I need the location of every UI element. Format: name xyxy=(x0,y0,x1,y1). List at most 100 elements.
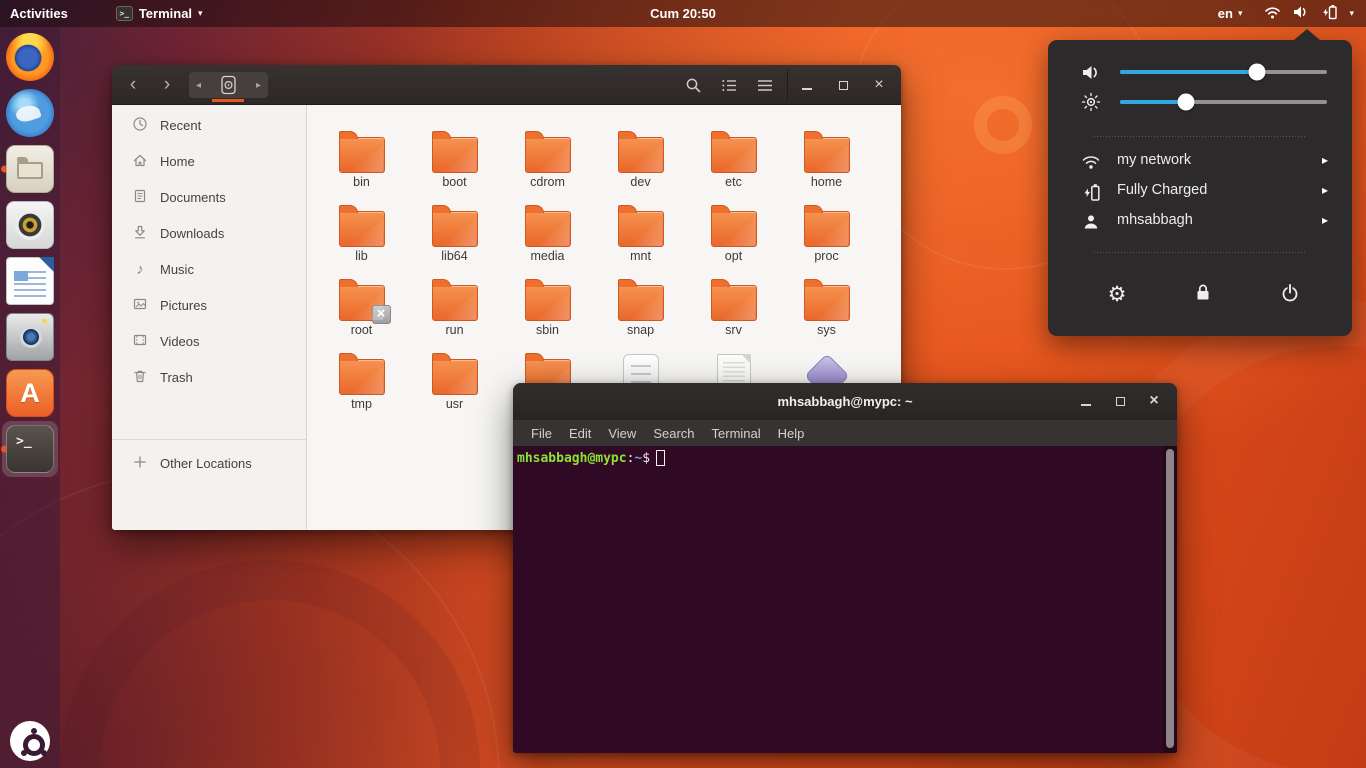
volume-slider[interactable] xyxy=(1120,70,1327,74)
dock-item-thunderbird[interactable] xyxy=(6,89,54,137)
file-item[interactable]: mnt xyxy=(594,196,687,270)
close-button[interactable]: × xyxy=(1142,389,1166,413)
maximize-button[interactable] xyxy=(1108,389,1132,413)
home-icon xyxy=(132,152,148,171)
search-button[interactable] xyxy=(681,73,705,97)
path-scroll-left-icon[interactable]: ◂ xyxy=(196,80,201,91)
network-label: my network xyxy=(1117,152,1191,168)
settings-button[interactable]: ⚙ xyxy=(1099,276,1135,312)
dock-item-rhythmbox[interactable] xyxy=(6,201,54,249)
network-menu-item[interactable]: my network ▸ xyxy=(1048,147,1352,177)
sidebar-item-pictures[interactable]: Pictures xyxy=(112,287,307,323)
menu-button[interactable] xyxy=(753,73,777,97)
sidebar-label: Trash xyxy=(160,370,193,385)
dock-item-libreoffice-writer[interactable] xyxy=(6,257,54,305)
menu-terminal[interactable]: Terminal xyxy=(712,426,761,441)
activities-button[interactable]: Activities xyxy=(0,0,78,27)
app-menu-label: Terminal xyxy=(139,6,192,21)
sidebar-item-documents[interactable]: Documents xyxy=(112,179,307,215)
file-item[interactable]: run xyxy=(408,270,501,344)
slider-thumb[interactable] xyxy=(1248,64,1265,81)
wallpaper-ring xyxy=(60,560,480,768)
menu-search[interactable]: Search xyxy=(653,426,694,441)
wallpaper-ring xyxy=(974,96,1032,154)
brightness-slider[interactable] xyxy=(1120,100,1327,104)
menu-separator xyxy=(1094,252,1306,253)
file-item[interactable]: srv xyxy=(687,270,780,344)
file-item[interactable]: boot xyxy=(408,122,501,196)
sidebar-label: Pictures xyxy=(160,298,207,313)
file-item-icon: × xyxy=(339,285,385,321)
file-item[interactable]: snap xyxy=(594,270,687,344)
sidebar-item-music[interactable]: ♪ Music xyxy=(112,251,307,287)
power-button[interactable] xyxy=(1272,276,1308,312)
downloads-icon xyxy=(132,224,148,243)
file-item-label: home xyxy=(811,176,842,189)
file-item[interactable]: home xyxy=(780,122,873,196)
input-language-menu[interactable]: en ▾ xyxy=(1208,0,1253,27)
terminal-cursor xyxy=(656,450,665,466)
back-button[interactable]: ‹ xyxy=(121,73,145,97)
pictures-icon xyxy=(132,296,148,315)
battery-menu-item[interactable]: Fully Charged ▸ xyxy=(1048,177,1352,207)
terminal-scrollbar-thumb[interactable] xyxy=(1166,449,1174,748)
file-item-label: tmp xyxy=(351,398,372,411)
minimize-button[interactable] xyxy=(1074,389,1098,413)
sidebar-item-trash[interactable]: Trash xyxy=(112,359,307,395)
dock-item-ubuntu-software[interactable]: A xyxy=(6,369,54,417)
sidebar-item-other-locations[interactable]: Other Locations xyxy=(112,445,307,481)
file-item[interactable]: sys xyxy=(780,270,873,344)
file-item[interactable]: opt xyxy=(687,196,780,270)
maximize-icon xyxy=(1116,397,1125,406)
sidebar-item-home[interactable]: Home xyxy=(112,143,307,179)
file-item[interactable]: tmp xyxy=(315,344,408,418)
sidebar-label: Music xyxy=(160,262,194,277)
app-menu[interactable]: >_ Terminal ▾ xyxy=(106,0,213,27)
dock-item-show-applications[interactable] xyxy=(6,717,54,765)
file-item-icon xyxy=(432,359,478,395)
forward-button[interactable]: › xyxy=(155,73,179,97)
lock-button[interactable] xyxy=(1185,276,1221,312)
maximize-button[interactable] xyxy=(831,73,855,97)
file-item[interactable]: cdrom xyxy=(501,122,594,196)
file-item[interactable]: dev xyxy=(594,122,687,196)
slider-thumb[interactable] xyxy=(1178,94,1195,111)
file-item-label: proc xyxy=(814,250,838,263)
user-menu-item[interactable]: mhsabbagh ▸ xyxy=(1048,207,1352,237)
file-item-icon xyxy=(804,211,850,247)
menu-file[interactable]: File xyxy=(531,426,552,441)
dock-item-camera[interactable] xyxy=(6,313,54,361)
file-item[interactable]: sbin xyxy=(501,270,594,344)
terminal-body[interactable]: mhsabbagh@mypc : ~ $ xyxy=(513,446,1177,753)
menu-help[interactable]: Help xyxy=(778,426,805,441)
sidebar-item-videos[interactable]: Videos xyxy=(112,323,307,359)
sidebar-item-recent[interactable]: Recent xyxy=(112,107,307,143)
file-item[interactable]: proc xyxy=(780,196,873,270)
prompt-path: ~ xyxy=(634,451,642,466)
clock-button[interactable]: Cum 20:50 xyxy=(650,0,716,27)
dock-item-files[interactable] xyxy=(6,145,54,193)
chevron-right-icon: ▸ xyxy=(1322,153,1328,167)
sidebar-item-downloads[interactable]: Downloads xyxy=(112,215,307,251)
file-item[interactable]: etc xyxy=(687,122,780,196)
dock: A >_ xyxy=(0,27,60,768)
file-item[interactable]: lib xyxy=(315,196,408,270)
file-item[interactable]: bin xyxy=(315,122,408,196)
system-status-area[interactable]: ▾ xyxy=(1252,0,1366,27)
path-bar[interactable]: ◂ ▸ xyxy=(189,72,268,98)
file-item[interactable]: usr xyxy=(408,344,501,418)
dock-item-firefox[interactable] xyxy=(6,33,54,81)
menu-edit[interactable]: Edit xyxy=(569,426,591,441)
path-scroll-right-icon[interactable]: ▸ xyxy=(256,80,261,91)
terminal-title-bar[interactable]: mhsabbagh@mypc: ~ × xyxy=(513,383,1177,420)
minimize-button[interactable] xyxy=(795,73,819,97)
file-item[interactable]: × root xyxy=(315,270,408,344)
file-item[interactable]: media xyxy=(501,196,594,270)
menu-view[interactable]: View xyxy=(608,426,636,441)
sidebar-separator xyxy=(112,439,307,440)
file-item-icon xyxy=(525,137,571,173)
close-button[interactable]: × xyxy=(867,73,891,97)
list-view-button[interactable] xyxy=(717,73,741,97)
dock-item-terminal[interactable]: >_ xyxy=(6,425,54,473)
file-item[interactable]: lib64 xyxy=(408,196,501,270)
